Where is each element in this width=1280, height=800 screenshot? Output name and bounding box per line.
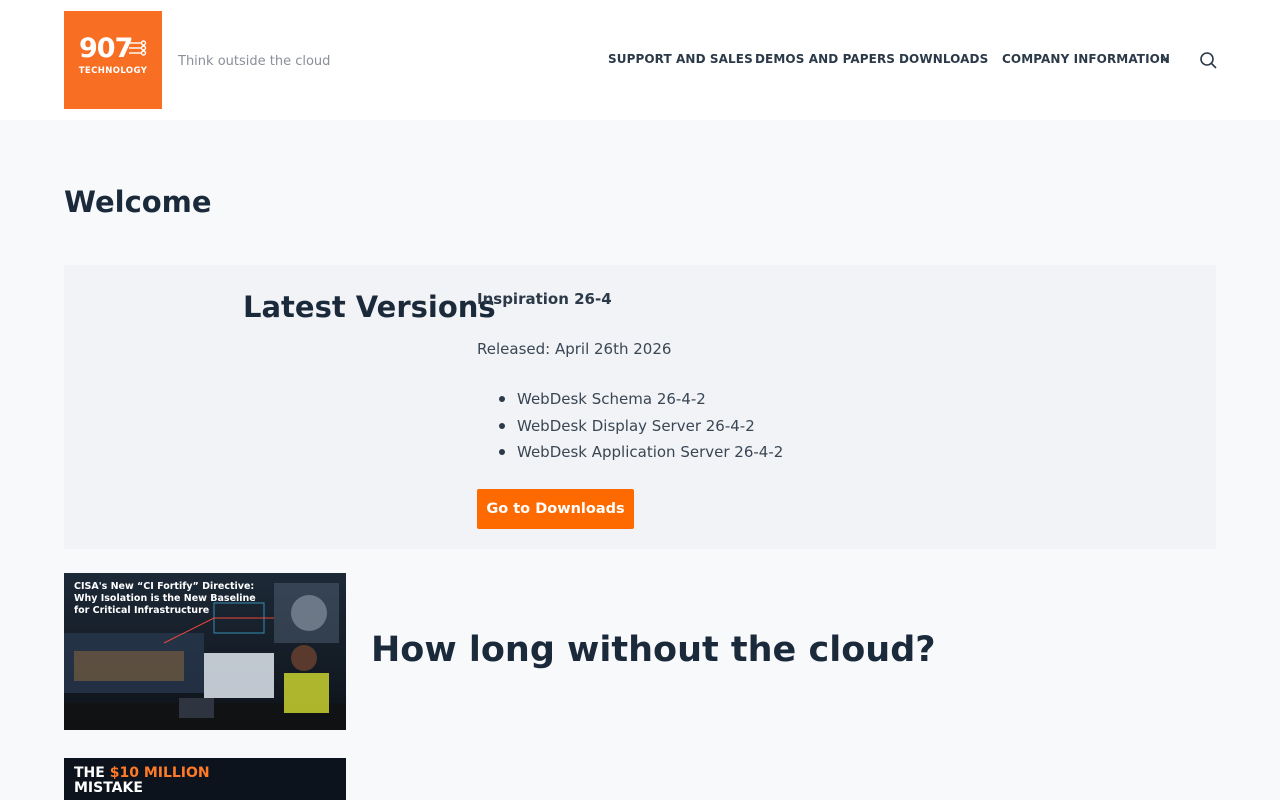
tagline: Think outside the cloud bbox=[178, 54, 331, 69]
list-item: WebDesk Display Server 26-4-2 bbox=[477, 416, 783, 443]
nav-demos-and-papers[interactable]: DEMOS AND PAPERS bbox=[755, 52, 895, 66]
release-date: Released: April 26th 2026 bbox=[477, 340, 672, 358]
article-thumbnail[interactable]: THE $10 MILLION MISTAKE bbox=[64, 758, 346, 800]
list-item: WebDesk Schema 26-4-2 bbox=[477, 389, 783, 416]
page-title: Welcome bbox=[64, 185, 212, 219]
search-icon[interactable] bbox=[1199, 51, 1218, 70]
list-item: WebDesk Application Server 26-4-2 bbox=[477, 442, 783, 469]
thumbnail-caption-part: THE bbox=[74, 765, 110, 781]
release-name: Inspiration 26-4 bbox=[477, 290, 612, 308]
logo-subtitle: TECHNOLOGY bbox=[78, 66, 148, 76]
thumbnail-caption: CISA's New “CI Fortify” Directive: Why I… bbox=[74, 581, 256, 616]
site-header: 907 TECHNOLOGY Think outside the cloud S… bbox=[0, 0, 1280, 120]
thumbnail-caption-part: MISTAKE bbox=[74, 780, 143, 796]
logo[interactable]: 907 TECHNOLOGY bbox=[64, 11, 162, 109]
go-to-downloads-button[interactable]: Go to Downloads bbox=[477, 489, 634, 529]
nav-support-and-sales[interactable]: SUPPORT AND SALES bbox=[608, 52, 753, 66]
thumbnail-caption-highlight: $10 MILLION bbox=[109, 765, 210, 781]
chevron-down-icon[interactable] bbox=[1159, 53, 1170, 64]
nav-downloads[interactable]: DOWNLOADS bbox=[899, 52, 988, 66]
nav-company-information[interactable]: COMPANY INFORMATION bbox=[1002, 52, 1170, 66]
circuit-icon bbox=[129, 40, 147, 56]
component-list: WebDesk Schema 26-4-2 WebDesk Display Se… bbox=[477, 389, 783, 469]
article-title[interactable]: How long without the cloud? bbox=[371, 630, 936, 670]
article-thumbnail[interactable]: CISA's New “CI Fortify” Directive: Why I… bbox=[64, 573, 346, 730]
logo-number: 907 bbox=[79, 33, 133, 64]
thumbnail-caption: THE $10 MILLION MISTAKE bbox=[74, 766, 210, 796]
latest-versions-heading: Latest Versions bbox=[243, 290, 496, 324]
